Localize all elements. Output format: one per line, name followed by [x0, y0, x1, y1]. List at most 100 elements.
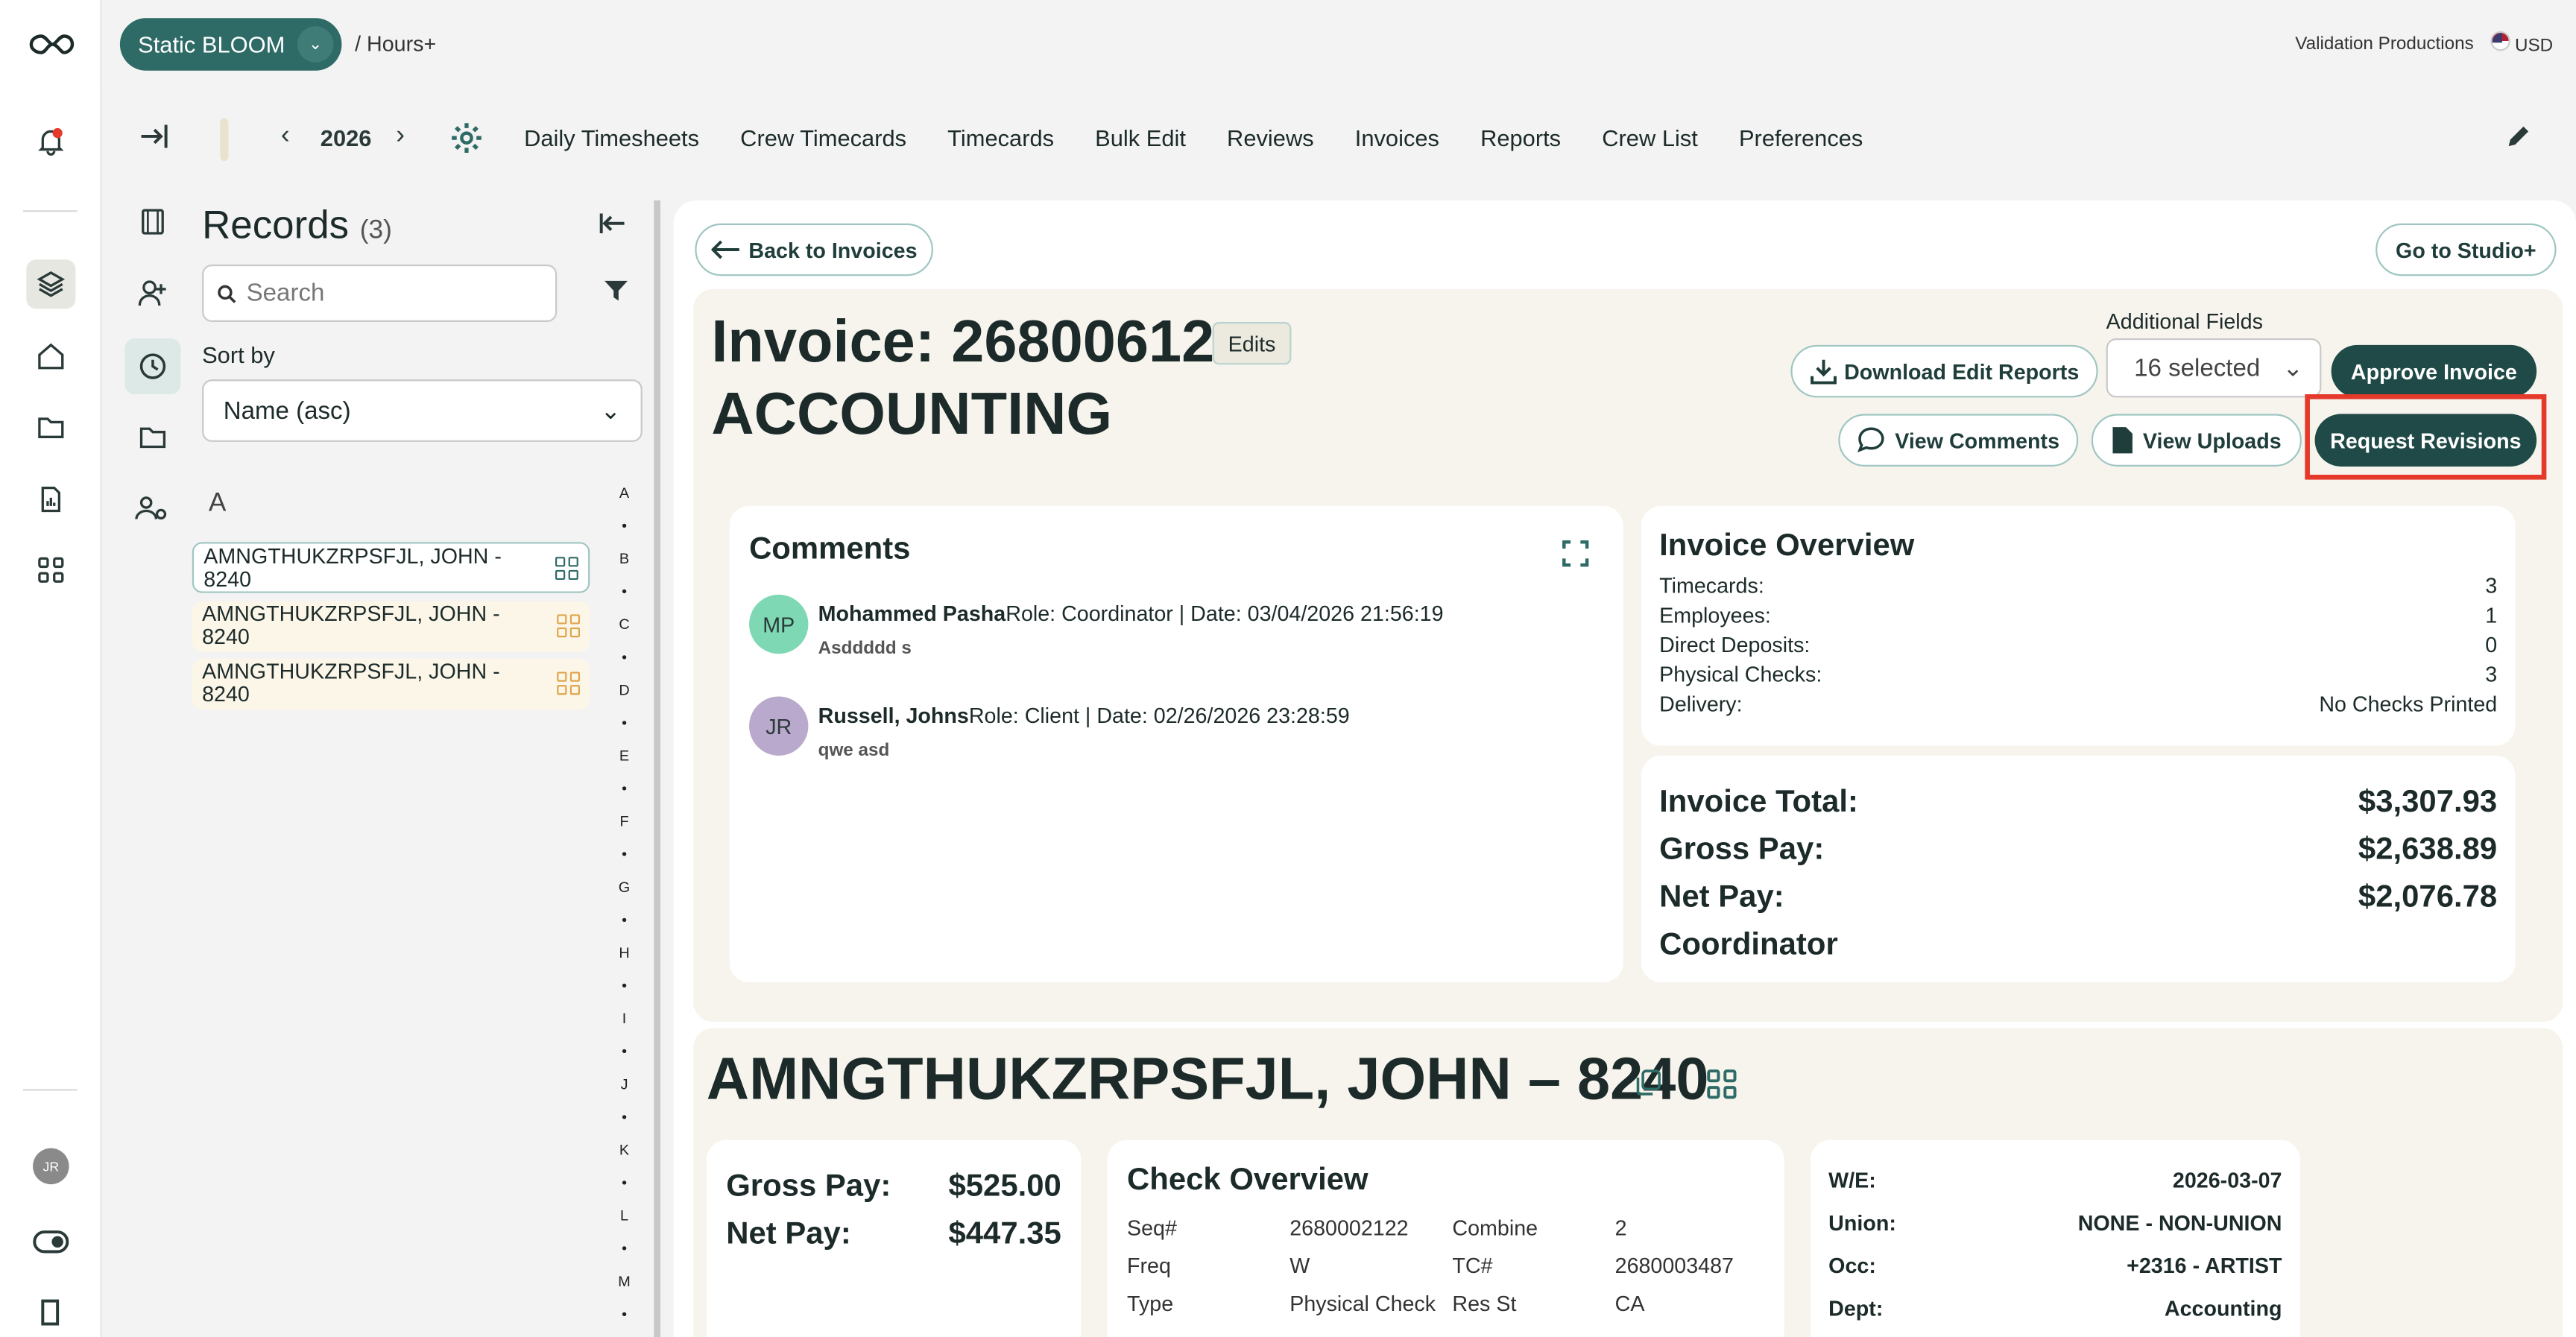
chevron-down-icon: ⌄	[600, 397, 622, 426]
clock-icon[interactable]	[124, 338, 181, 394]
alpha-letter[interactable]: A	[614, 485, 634, 519]
record-item[interactable]: AMNGTHUKZRPSFJL, JOHN - 8240	[192, 658, 590, 710]
breadcrumb[interactable]: / Hours+	[355, 31, 436, 56]
back-to-invoices-button[interactable]: Back to Invoices	[695, 223, 933, 276]
comment-item: JR Russell, JohnsRole: Client | Date: 02…	[749, 696, 1350, 764]
user-group-settings-icon[interactable]	[125, 481, 181, 537]
overview-row: Delivery: No Checks Printed	[1659, 690, 2497, 720]
group-letter: A	[208, 489, 227, 518]
alpha-letter[interactable]: F	[614, 814, 634, 847]
pencil-edit-icon[interactable]	[2504, 121, 2534, 159]
view-uploads-button[interactable]: View Uploads	[2091, 414, 2302, 467]
apps-grid-icon[interactable]	[26, 546, 75, 595]
nav-crew-timecards[interactable]: Crew Timecards	[740, 125, 906, 151]
folder-icon[interactable]	[125, 409, 181, 465]
chevron-down-icon[interactable]: ⌄	[297, 26, 334, 63]
download-edit-reports-button[interactable]: Download Edit Reports	[1790, 344, 2098, 398]
alpha-letter[interactable]: L	[614, 1208, 634, 1242]
year-label: 2026	[320, 124, 372, 151]
overview-value: 3	[2485, 662, 2498, 687]
totals-label: Coordinator	[1659, 928, 1838, 963]
alpha-letter[interactable]: G	[614, 879, 634, 913]
record-item[interactable]: AMNGTHUKZRPSFJL, JOHN - 8240	[192, 542, 590, 593]
alpha-letter[interactable]: C	[614, 617, 634, 651]
alpha-dot: •	[622, 583, 628, 600]
comment-author: Mohammed Pasha	[818, 601, 1006, 626]
check-field-label: Freq	[1127, 1253, 1171, 1278]
overview-label: Direct Deposits:	[1659, 632, 1811, 657]
chevron-left-icon[interactable]: ‹	[281, 121, 290, 151]
overview-value: 3	[2485, 573, 2498, 598]
detail-row: Union: NONE - NON-UNION	[1828, 1202, 2282, 1245]
nav-reports[interactable]: Reports	[1480, 125, 1561, 151]
go-to-studio-button[interactable]: Go to Studio+	[2375, 223, 2557, 276]
record-item[interactable]: AMNGTHUKZRPSFJL, JOHN - 8240	[192, 601, 590, 653]
alpha-letter[interactable]: M	[614, 1274, 634, 1307]
document-icon	[2113, 427, 2133, 454]
qr-grid-icon[interactable]	[1705, 1068, 1738, 1109]
sort-select[interactable]: Name (asc) ⌄	[202, 379, 643, 442]
alpha-letter[interactable]: D	[614, 683, 634, 716]
nav-timecards[interactable]: Timecards	[947, 125, 1054, 151]
gear-icon[interactable]	[450, 121, 483, 162]
org-name[interactable]: Validation Productions	[2295, 34, 2473, 53]
nav-crew-list[interactable]: Crew List	[1602, 125, 1698, 151]
edits-badge[interactable]: Edits	[1212, 322, 1292, 365]
overview-value: No Checks Printed	[2319, 691, 2498, 716]
overview-label: Delivery:	[1659, 691, 1743, 716]
overview-label: Timecards:	[1659, 573, 1764, 598]
view-comments-button[interactable]: View Comments	[1838, 414, 2079, 467]
net-value: $447.35	[948, 1217, 1061, 1252]
records-panel: Records (3) Search Sort by Name (asc) ⌄ …	[102, 194, 660, 1337]
alpha-letter[interactable]: H	[614, 945, 634, 979]
alpha-letter[interactable]: E	[614, 748, 634, 782]
employee-pay-card: Gross Pay: $525.00 Net Pay: $447.35	[706, 1140, 1082, 1337]
employee-details-card: W/E: 2026-03-07 Union: NONE - NON-UNION Oc…	[1810, 1140, 2300, 1337]
user-avatar[interactable]: JR	[26, 1142, 75, 1191]
collapse-panel-icon[interactable]	[598, 210, 628, 244]
approve-invoice-button[interactable]: Approve Invoice	[2331, 344, 2537, 398]
nav-reviews[interactable]: Reviews	[1227, 125, 1314, 151]
film-icon[interactable]	[125, 194, 181, 250]
overview-row: Direct Deposits: 0	[1659, 630, 2497, 660]
nav-invoices[interactable]: Invoices	[1355, 125, 1439, 151]
additional-fields-select[interactable]: 16 selected ⌄	[2106, 338, 2322, 398]
home-icon[interactable]	[26, 332, 75, 381]
nav-bulk-edit[interactable]: Bulk Edit	[1095, 125, 1186, 151]
detail-value: NONE - NON-UNION	[2077, 1210, 2282, 1236]
avatar: MP	[749, 594, 809, 654]
add-person-icon[interactable]	[125, 266, 181, 322]
logout-door-icon[interactable]	[26, 1288, 75, 1337]
check-field-value: 2680003487	[1614, 1253, 1734, 1278]
qr-grid-icon[interactable]	[557, 671, 581, 695]
report-file-icon[interactable]	[26, 475, 75, 524]
filter-icon[interactable]	[603, 279, 629, 307]
qr-grid-icon[interactable]	[557, 614, 581, 638]
expand-icon[interactable]	[1561, 539, 1591, 577]
records-scrollbar[interactable]	[654, 200, 661, 1337]
currency-selector[interactable]: USD	[2490, 31, 2553, 56]
overview-label: Physical Checks:	[1659, 662, 1822, 687]
alpha-letter[interactable]: I	[614, 1011, 634, 1045]
bell-icon[interactable]	[26, 116, 75, 165]
nav-daily-timesheets[interactable]: Daily Timesheets	[524, 125, 699, 151]
chevron-right-icon[interactable]: ›	[396, 121, 405, 151]
project-selector[interactable]: Static BLOOM ⌄	[119, 18, 342, 71]
expand-sidebar-icon[interactable]	[138, 121, 171, 159]
alpha-letter[interactable]: K	[614, 1142, 634, 1176]
alpha-letter[interactable]: B	[614, 551, 634, 585]
currency-code: USD	[2514, 36, 2554, 56]
logo-icon[interactable]	[26, 19, 75, 69]
nav-preferences[interactable]: Preferences	[1739, 125, 1863, 151]
layers-icon[interactable]	[26, 259, 76, 309]
folder-icon[interactable]	[26, 402, 75, 452]
overview-title: Invoice Overview	[1659, 528, 1915, 564]
check-field-value: CA	[1614, 1291, 1645, 1316]
qr-grid-icon[interactable]	[555, 557, 578, 581]
toggle-icon[interactable]	[26, 1217, 75, 1266]
check-field-label: Seq#	[1127, 1216, 1177, 1241]
alpha-letter[interactable]: J	[614, 1077, 634, 1110]
records-search-input[interactable]: Search	[202, 264, 558, 323]
copy-icon[interactable]	[1633, 1068, 1663, 1106]
avatar: JR	[749, 696, 809, 756]
